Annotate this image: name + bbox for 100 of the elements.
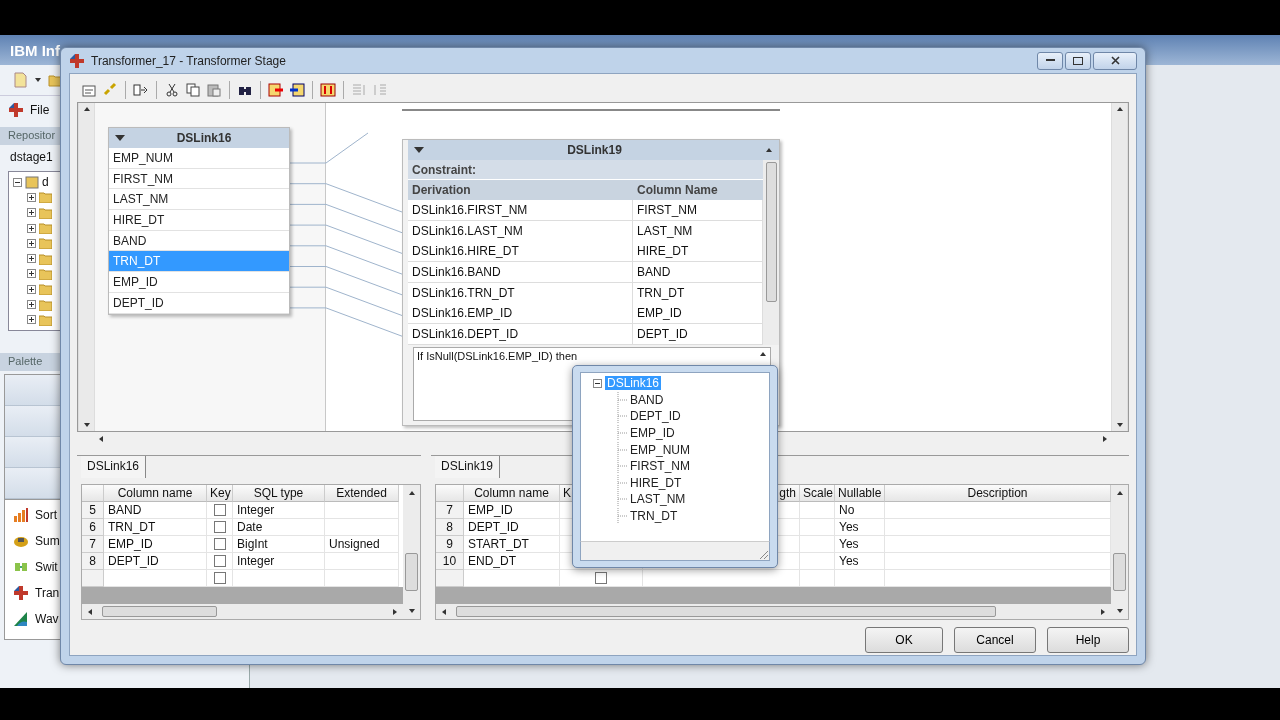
- expand-icon[interactable]: [27, 208, 36, 218]
- scroll-thumb[interactable]: [1113, 553, 1126, 591]
- column-row[interactable]: BAND: [109, 230, 289, 252]
- horizontal-scrollbar[interactable]: [436, 604, 1111, 619]
- table-cell[interactable]: DSLink16.FIRST_NM: [408, 200, 633, 221]
- column-header[interactable]: Extended: [325, 485, 399, 502]
- scroll-down-icon[interactable]: [1115, 607, 1124, 615]
- key-checkbox[interactable]: [595, 572, 607, 584]
- tree-item[interactable]: EMP_ID: [630, 426, 675, 441]
- dialog-button[interactable]: OK: [865, 627, 943, 653]
- expand-icon[interactable]: [27, 238, 36, 248]
- scroll-down-icon[interactable]: [82, 421, 91, 429]
- minimize-button[interactable]: [1037, 51, 1063, 70]
- collapse-icon[interactable]: [414, 147, 424, 153]
- table-cell[interactable]: HIRE_DT: [633, 241, 763, 263]
- palette-item[interactable]: Sort: [35, 508, 57, 522]
- bracket-icon[interactable]: [320, 82, 336, 98]
- maximize-button[interactable]: [1065, 51, 1091, 70]
- vertical-scrollbar[interactable]: [403, 485, 420, 619]
- dialog-button[interactable]: Help: [1047, 627, 1129, 653]
- vertical-scrollbar[interactable]: [78, 103, 95, 431]
- close-button[interactable]: [1093, 51, 1137, 70]
- scroll-up-icon[interactable]: [765, 146, 773, 154]
- table-import-icon[interactable]: [289, 82, 305, 98]
- expand-icon[interactable]: [27, 284, 36, 294]
- dropdown-icon[interactable]: [34, 76, 42, 84]
- vertical-scrollbar[interactable]: [1111, 485, 1128, 619]
- dialog-button[interactable]: Cancel: [954, 627, 1036, 653]
- key-checkbox[interactable]: [213, 538, 226, 550]
- expand-icon[interactable]: [27, 315, 36, 325]
- tree-item[interactable]: d: [42, 175, 49, 190]
- collapse-icon[interactable]: [115, 135, 125, 141]
- vertical-scrollbar[interactable]: [763, 160, 779, 345]
- resize-grip-icon[interactable]: [757, 548, 769, 560]
- scroll-right-icon[interactable]: [391, 607, 399, 616]
- expand-icon[interactable]: [27, 269, 36, 279]
- scroll-thumb[interactable]: [765, 162, 777, 302]
- stage-icon[interactable]: [13, 611, 29, 627]
- palette-item[interactable]: Sum: [35, 534, 60, 548]
- collapse-icon[interactable]: [13, 177, 22, 187]
- column-row[interactable]: EMP_NUM: [109, 148, 289, 169]
- tree-item[interactable]: LAST_NM: [630, 492, 686, 507]
- scroll-left-icon[interactable]: [86, 607, 94, 616]
- link-tab[interactable]: DSLink16: [81, 456, 147, 478]
- key-checkbox[interactable]: [213, 504, 226, 516]
- tree-item[interactable]: EMP_NUM: [630, 442, 690, 457]
- palette-item[interactable]: Swit: [35, 560, 58, 574]
- link-tab[interactable]: DSLink19: [435, 456, 501, 478]
- table-cell[interactable]: LAST_NM: [633, 220, 763, 242]
- scroll-down-icon[interactable]: [407, 607, 416, 615]
- table-cell[interactable]: FIRST_NM: [633, 200, 763, 221]
- scroll-up-icon[interactable]: [407, 489, 416, 497]
- scroll-right-icon[interactable]: [1099, 607, 1107, 616]
- stage-icon[interactable]: [13, 507, 29, 523]
- column-header[interactable]: Description: [885, 485, 1111, 502]
- transformer-icon[interactable]: [8, 101, 24, 118]
- transformer-icon[interactable]: [69, 52, 85, 69]
- table-cell[interactable]: DSLink16.BAND: [408, 262, 633, 284]
- horizontal-scrollbar[interactable]: [82, 604, 403, 619]
- column-row[interactable]: LAST_NM: [109, 189, 289, 211]
- table-cell[interactable]: BAND: [633, 262, 763, 284]
- scroll-thumb[interactable]: [405, 553, 418, 591]
- table-cell[interactable]: TRN_DT: [633, 282, 763, 304]
- scroll-left-icon[interactable]: [440, 607, 448, 616]
- expand-icon[interactable]: [27, 300, 36, 309]
- tree-item[interactable]: DEPT_ID: [630, 409, 681, 424]
- key-checkbox[interactable]: [213, 555, 226, 567]
- table-cell[interactable]: DSLink16.EMP_ID: [408, 303, 633, 325]
- table-cell[interactable]: DEPT_ID: [633, 324, 763, 346]
- key-checkbox[interactable]: [213, 521, 226, 533]
- tree-item[interactable]: FIRST_NM: [630, 459, 690, 474]
- column-header[interactable]: Key: [207, 485, 233, 502]
- scroll-up-icon[interactable]: [1115, 105, 1124, 113]
- scroll-thumb[interactable]: [102, 606, 217, 617]
- column-row[interactable]: FIRST_NM: [109, 168, 289, 190]
- scroll-right-icon[interactable]: [1101, 434, 1109, 443]
- scissors-icon[interactable]: [164, 82, 180, 98]
- column-header[interactable]: Scale: [800, 485, 835, 502]
- tree-item[interactable]: TRN_DT: [630, 509, 678, 524]
- column-row[interactable]: HIRE_DT: [109, 210, 289, 231]
- expand-icon[interactable]: [27, 192, 36, 202]
- table-cell[interactable]: EMP_ID: [633, 303, 763, 325]
- table-cell[interactable]: DSLink16.TRN_DT: [408, 282, 633, 304]
- menu-item[interactable]: File: [30, 102, 50, 117]
- scroll-up-icon[interactable]: [82, 105, 91, 113]
- column-header[interactable]: Column name: [104, 485, 207, 502]
- stage-icon[interactable]: [13, 585, 29, 601]
- vertical-scrollbar[interactable]: [1111, 103, 1128, 431]
- copy-icon[interactable]: [185, 82, 201, 98]
- palette-item[interactable]: Tran: [35, 586, 60, 600]
- scroll-down-icon[interactable]: [1115, 421, 1124, 429]
- table-cell[interactable]: DSLink16.HIRE_DT: [408, 241, 633, 263]
- scroll-left-icon[interactable]: [97, 434, 105, 443]
- expand-icon[interactable]: [27, 223, 36, 233]
- scroll-up-icon[interactable]: [1115, 489, 1124, 497]
- key-checkbox[interactable]: [213, 572, 226, 584]
- repository-root[interactable]: dstage1: [10, 150, 53, 164]
- column-header[interactable]: Nullable: [835, 485, 885, 502]
- scroll-thumb[interactable]: [456, 606, 996, 617]
- collapse-icon[interactable]: [593, 378, 602, 388]
